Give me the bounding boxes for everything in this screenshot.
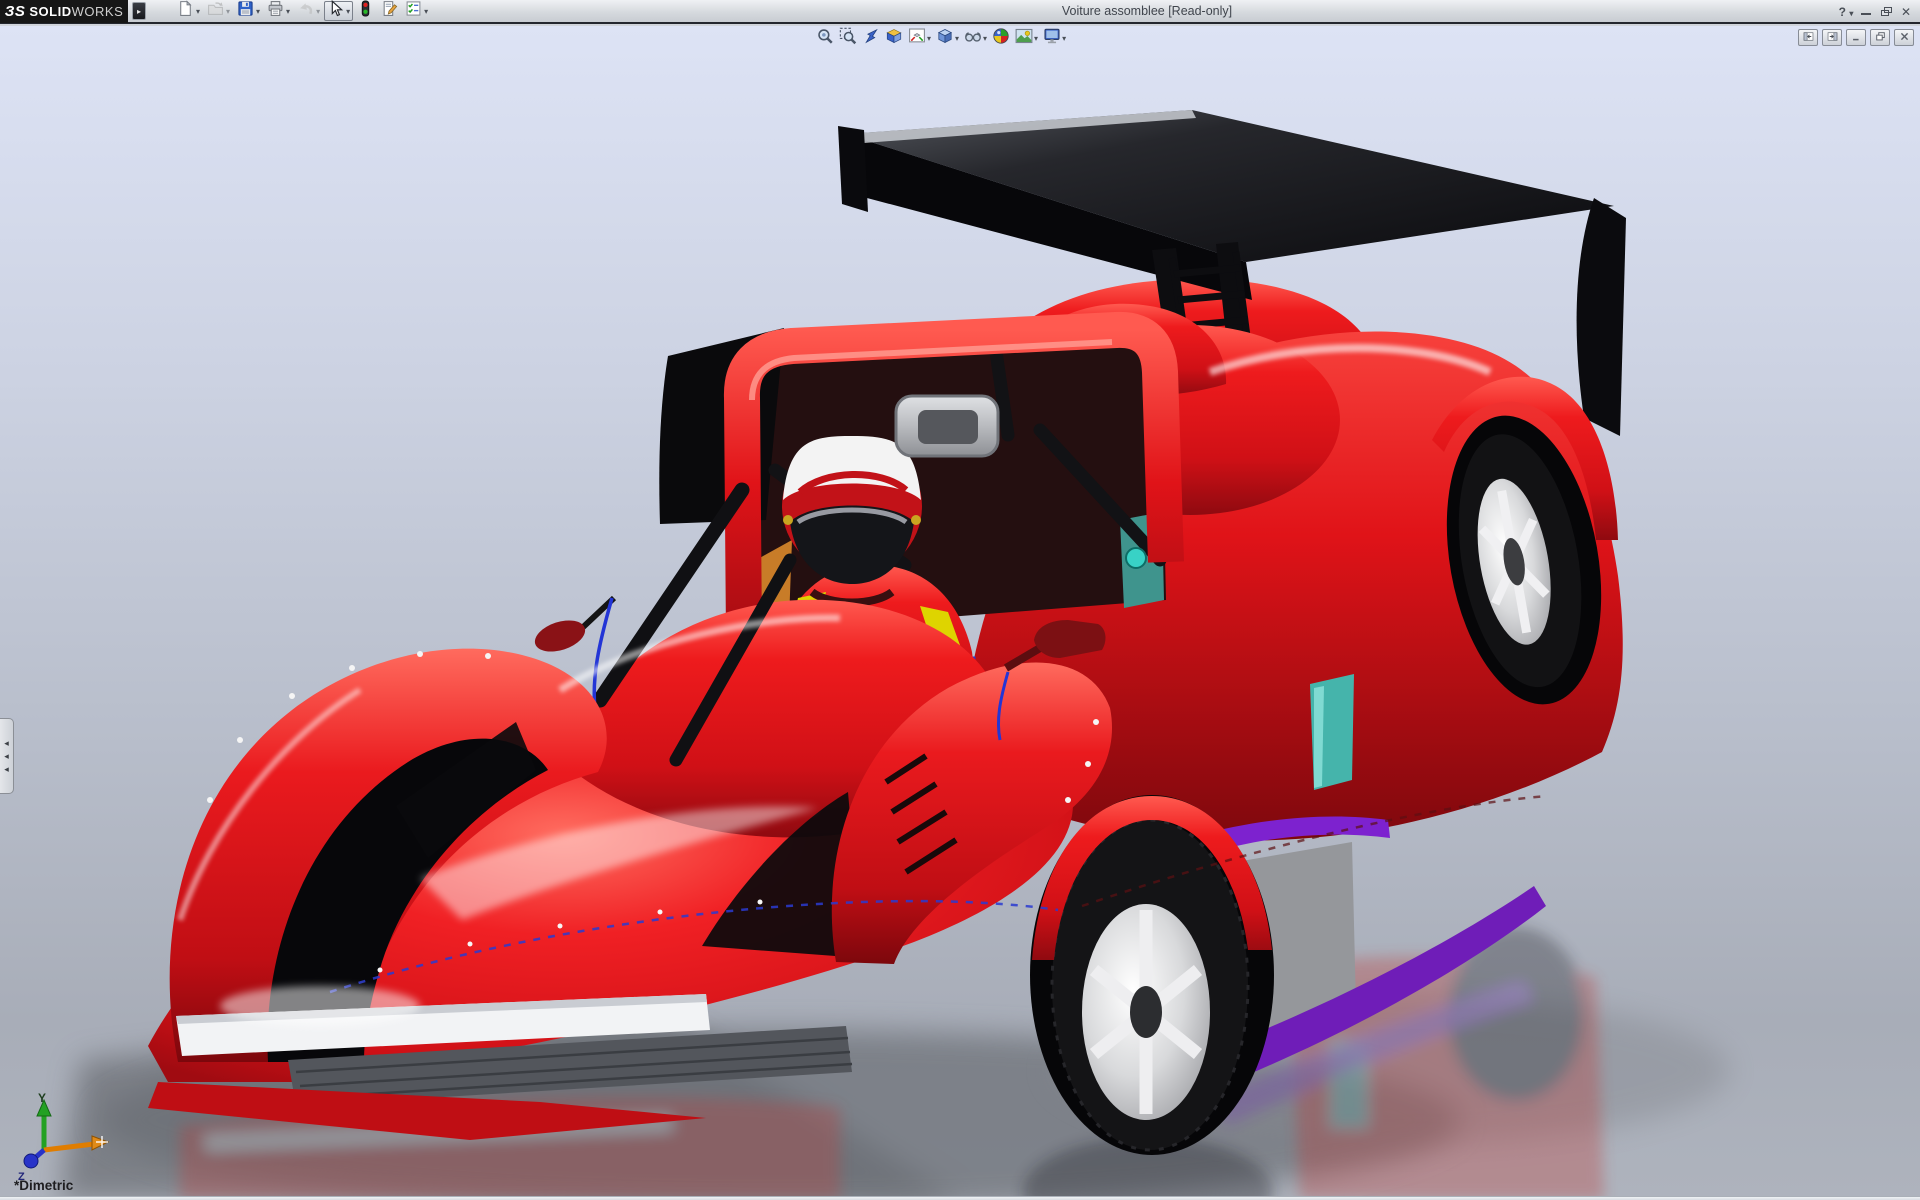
apply-scene-icon xyxy=(1015,27,1033,50)
rebuild-traffic-light-icon xyxy=(357,0,374,22)
view-orientation-button[interactable]: ▾ xyxy=(907,28,932,48)
undo-icon xyxy=(297,0,314,22)
dropdown-caret-icon[interactable]: ▾ xyxy=(1062,34,1066,43)
dropdown-caret-icon[interactable]: ▾ xyxy=(226,7,230,16)
document-title: Voiture assomblee [Read-only] xyxy=(1062,4,1232,18)
menu-expand-arrow-icon: ▸ xyxy=(137,7,141,16)
file-properties-button[interactable] xyxy=(378,1,401,21)
zoom-to-area-icon xyxy=(839,27,857,50)
display-style-icon xyxy=(936,27,954,50)
dropdown-caret-icon[interactable]: ▾ xyxy=(316,7,320,16)
open-icon xyxy=(207,0,224,22)
pane-next-button[interactable] xyxy=(1822,29,1842,46)
pane-previous-icon xyxy=(1802,29,1815,47)
view-orientation-label: *Dimetric xyxy=(14,1178,73,1193)
doc-minimize-icon xyxy=(1850,29,1863,47)
zoom-to-area-button[interactable] xyxy=(838,28,858,48)
help-button[interactable]: ? ▾ xyxy=(1838,5,1854,19)
air-intake-box[interactable] xyxy=(896,396,998,456)
print-button[interactable]: ▾ xyxy=(264,1,293,21)
save-icon xyxy=(237,0,254,22)
view-settings-icon xyxy=(1043,27,1061,50)
options-button[interactable]: ▾ xyxy=(402,1,431,21)
restore-icon xyxy=(1881,7,1892,16)
collapse-arrow-icon: ◂ xyxy=(4,752,9,761)
3d-model-race-car[interactable] xyxy=(0,26,1920,1196)
dropdown-caret-icon[interactable]: ▾ xyxy=(424,7,428,16)
edit-appearance-button[interactable] xyxy=(991,28,1011,48)
options-checklist-icon xyxy=(405,0,422,22)
feature-manager-collapsed-tab[interactable]: ◂ ◂ ◂ xyxy=(0,718,14,794)
open-button[interactable]: ▾ xyxy=(204,1,233,21)
door-glass[interactable] xyxy=(1310,674,1354,790)
collapse-arrow-icon: ◂ xyxy=(4,739,9,748)
previous-view-button[interactable] xyxy=(861,28,881,48)
rebuild-button[interactable] xyxy=(354,1,377,21)
section-view-icon xyxy=(885,27,903,50)
doc-close-icon xyxy=(1898,29,1911,47)
previous-view-icon xyxy=(862,27,880,50)
view-settings-button[interactable]: ▾ xyxy=(1042,28,1067,48)
select-button[interactable]: ▾ xyxy=(324,1,353,21)
window-controls: ? ▾ ✕ xyxy=(1838,0,1914,24)
dropdown-caret-icon[interactable]: ▾ xyxy=(955,34,959,43)
undo-button[interactable]: ▾ xyxy=(294,1,323,21)
dropdown-caret-icon[interactable]: ▾ xyxy=(196,7,200,16)
document-window-controls xyxy=(1798,29,1914,46)
logo-text-light: WORKS xyxy=(72,4,124,19)
edit-sheet-icon xyxy=(381,0,398,22)
hide-show-items-icon xyxy=(964,27,982,50)
save-button[interactable]: ▾ xyxy=(234,1,263,21)
select-arrow-icon xyxy=(327,0,344,22)
heads-up-view-toolbar: ▾ ▾ ▾ ▾ ▾ xyxy=(815,28,1067,48)
restore-button[interactable] xyxy=(1878,5,1894,19)
apply-scene-button[interactable]: ▾ xyxy=(1014,28,1039,48)
doc-restore-icon xyxy=(1874,29,1887,47)
doc-close-button[interactable] xyxy=(1894,29,1914,46)
titlebar: ЗS SOLIDWORKS ▸ ▾ ▾ ▾ ▾ ▾ ▾ ▾ Voiture assomble… xyxy=(0,0,1920,24)
reference-triad: Y Z xyxy=(4,1088,124,1192)
hide-show-items-button[interactable]: ▾ xyxy=(963,28,988,48)
cyan-detail xyxy=(1126,548,1146,568)
print-icon xyxy=(267,0,284,22)
left-mirror[interactable] xyxy=(531,598,614,657)
dropdown-caret-icon[interactable]: ▾ xyxy=(256,7,260,16)
graphics-viewport[interactable]: ▾ ▾ ▾ ▾ ▾ ◂ ◂ ◂ Y Z *Dimetric xyxy=(0,26,1920,1196)
dropdown-caret-icon[interactable]: ▾ xyxy=(1034,34,1038,43)
dropdown-caret-icon[interactable]: ▾ xyxy=(983,34,987,43)
zoom-to-fit-button[interactable] xyxy=(815,28,835,48)
view-orientation-icon xyxy=(908,27,926,50)
solidworks-logo: ЗS SOLIDWORKS xyxy=(0,0,128,23)
minimize-button[interactable] xyxy=(1858,5,1874,19)
menu-expand-button[interactable]: ▸ xyxy=(132,2,146,20)
doc-restore-button[interactable] xyxy=(1870,29,1890,46)
logo-glyph: ЗS xyxy=(5,3,26,20)
section-view-button[interactable] xyxy=(884,28,904,48)
new-document-icon xyxy=(177,0,194,22)
help-caret-icon: ▾ xyxy=(1849,9,1853,18)
solidworks-window: ЗS SOLIDWORKS ▸ ▾ ▾ ▾ ▾ ▾ ▾ ▾ Voiture assomble… xyxy=(0,0,1920,1200)
display-style-button[interactable]: ▾ xyxy=(935,28,960,48)
standard-toolbar: ▾ ▾ ▾ ▾ ▾ ▾ ▾ xyxy=(174,1,431,21)
new-document-button[interactable]: ▾ xyxy=(174,1,203,21)
status-bar-edge xyxy=(0,1196,1920,1200)
collapse-arrow-icon: ◂ xyxy=(4,765,9,774)
pane-next-icon xyxy=(1826,29,1839,47)
car-assembly[interactable] xyxy=(148,110,1626,1155)
dropdown-caret-icon[interactable]: ▾ xyxy=(286,7,290,16)
close-button[interactable]: ✕ xyxy=(1898,5,1914,19)
dropdown-caret-icon[interactable]: ▾ xyxy=(346,7,350,16)
zoom-to-fit-icon xyxy=(816,27,834,50)
edit-appearance-icon xyxy=(992,27,1010,50)
pane-previous-button[interactable] xyxy=(1798,29,1818,46)
dropdown-caret-icon[interactable]: ▾ xyxy=(927,34,931,43)
minimize-icon xyxy=(1861,13,1871,15)
close-icon: ✕ xyxy=(1901,5,1911,19)
doc-minimize-button[interactable] xyxy=(1846,29,1866,46)
logo-text-bold: SOLID xyxy=(29,4,71,19)
